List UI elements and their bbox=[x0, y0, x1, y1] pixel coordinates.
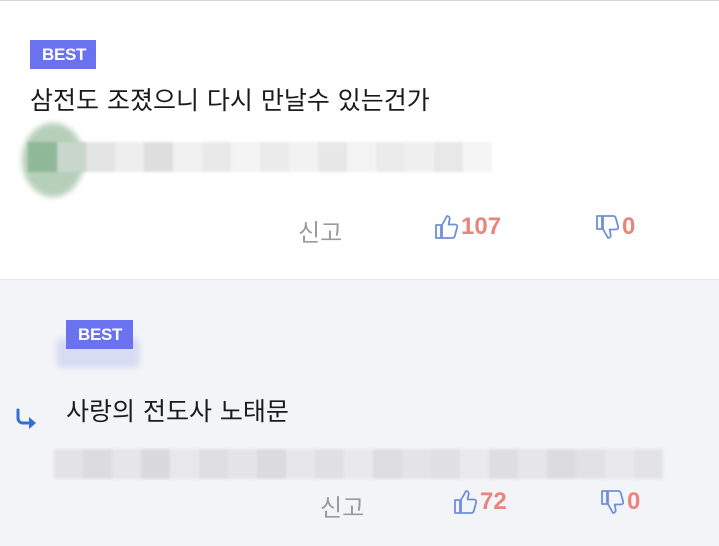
thumbs-down-icon bbox=[601, 490, 624, 514]
thumbs-up-icon bbox=[454, 490, 477, 514]
thumbs-up-icon bbox=[435, 215, 458, 239]
thumbs-down-icon bbox=[596, 215, 619, 239]
reply-arrow-icon bbox=[16, 408, 36, 429]
report-button[interactable]: 신고 bbox=[320, 488, 364, 523]
best-comment-1: BEST 삼전도 조졌으니 다시 만날수 있는건가 신고 107 0 bbox=[0, 0, 719, 279]
best-badge: BEST bbox=[30, 40, 96, 69]
upvote-count: 107 bbox=[461, 213, 502, 240]
best-badge: BEST bbox=[66, 320, 133, 349]
downvote-count: 0 bbox=[622, 213, 636, 240]
censored-author-info bbox=[54, 449, 663, 479]
downvote-button[interactable]: 0 bbox=[595, 213, 635, 241]
comment-text: 삼전도 조졌으니 다시 만날수 있는건가 bbox=[30, 86, 430, 115]
downvote-button[interactable]: 0 bbox=[600, 488, 640, 516]
report-button[interactable]: 신고 bbox=[298, 213, 342, 248]
censored-author-info bbox=[28, 142, 492, 172]
downvote-count: 0 bbox=[627, 488, 641, 515]
upvote-button[interactable]: 107 bbox=[434, 213, 501, 241]
upvote-count: 72 bbox=[480, 488, 507, 515]
comment-text: 사랑의 전도사 노태문 bbox=[66, 397, 289, 426]
comment-actions: 신고 107 0 bbox=[0, 209, 719, 248]
comment-actions: 신고 72 0 bbox=[0, 484, 719, 523]
best-comment-2-reply: BEST 사랑의 전도사 노태문 신고 72 0 bbox=[0, 279, 719, 546]
upvote-button[interactable]: 72 bbox=[453, 488, 507, 516]
